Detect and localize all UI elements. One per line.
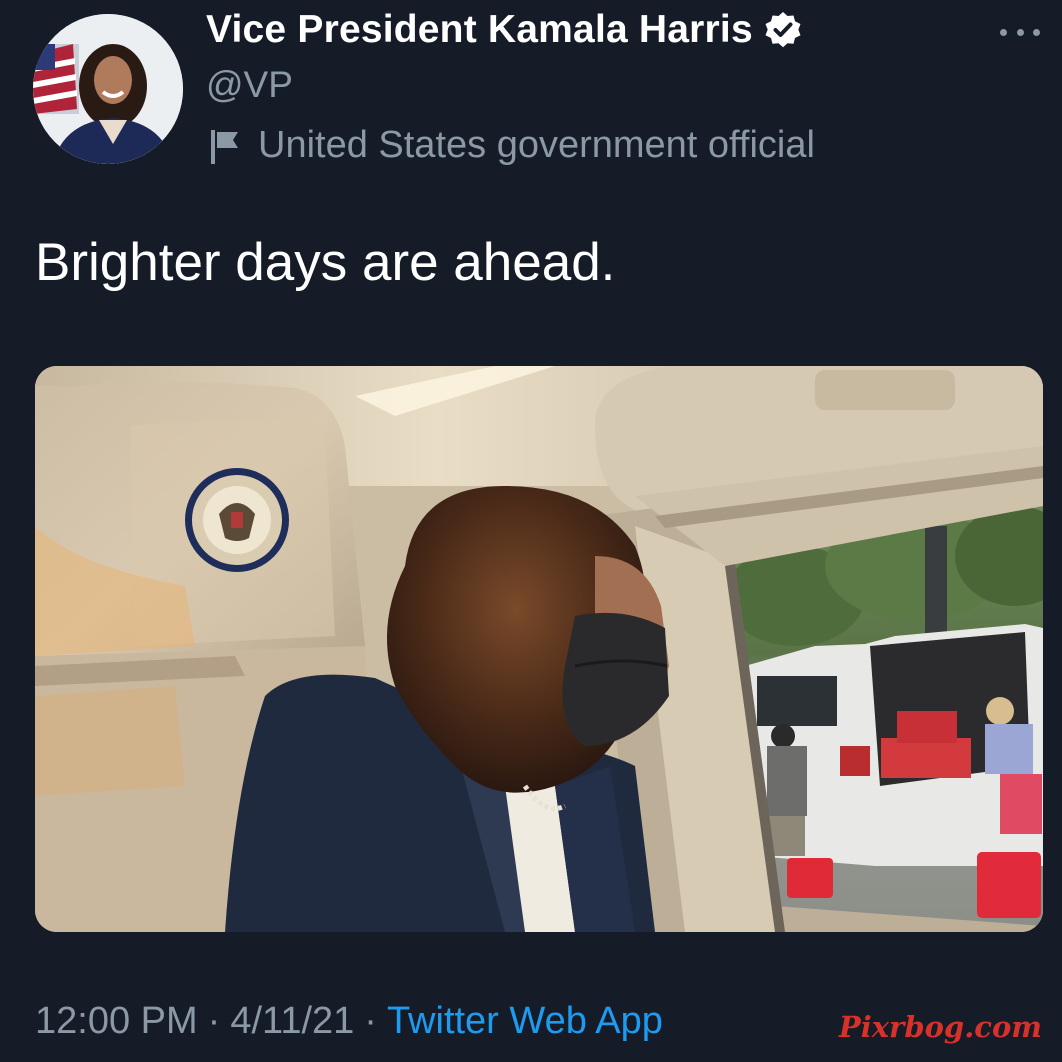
photo-image-icon	[35, 366, 1043, 932]
government-label: United States government official	[208, 124, 815, 167]
avatar-photo-icon	[33, 14, 183, 164]
more-options-button[interactable]	[1000, 22, 1040, 42]
tweet-media[interactable]	[35, 366, 1043, 932]
author-handle[interactable]: @VP	[206, 64, 293, 106]
flag-icon	[211, 129, 238, 164]
author-display-name[interactable]: Vice President Kamala Harris	[206, 8, 753, 52]
author-name-row[interactable]: Vice President Kamala Harris	[206, 6, 803, 54]
watermark: Pixrbog.com	[838, 1010, 1042, 1044]
government-label-text: United States government official	[258, 124, 815, 166]
author-avatar[interactable]	[33, 14, 183, 164]
meta-separator: ·	[207, 1000, 221, 1042]
more-dot-icon	[1000, 28, 1007, 36]
more-dot-icon	[1033, 28, 1040, 36]
tweet-source-link[interactable]: Twitter Web App	[387, 1000, 663, 1043]
tweet-time[interactable]: 12:00 PM	[35, 1000, 198, 1043]
tweet-date[interactable]: 4/11/21	[230, 1000, 354, 1043]
tweet-meta: 12:00 PM · 4/11/21 · Twitter Web App	[35, 1000, 663, 1043]
meta-separator: ·	[364, 1000, 377, 1042]
verified-badge-icon	[765, 12, 801, 48]
more-dot-icon	[1016, 28, 1024, 36]
tweet-text: Brighter days are ahead.	[35, 233, 616, 292]
